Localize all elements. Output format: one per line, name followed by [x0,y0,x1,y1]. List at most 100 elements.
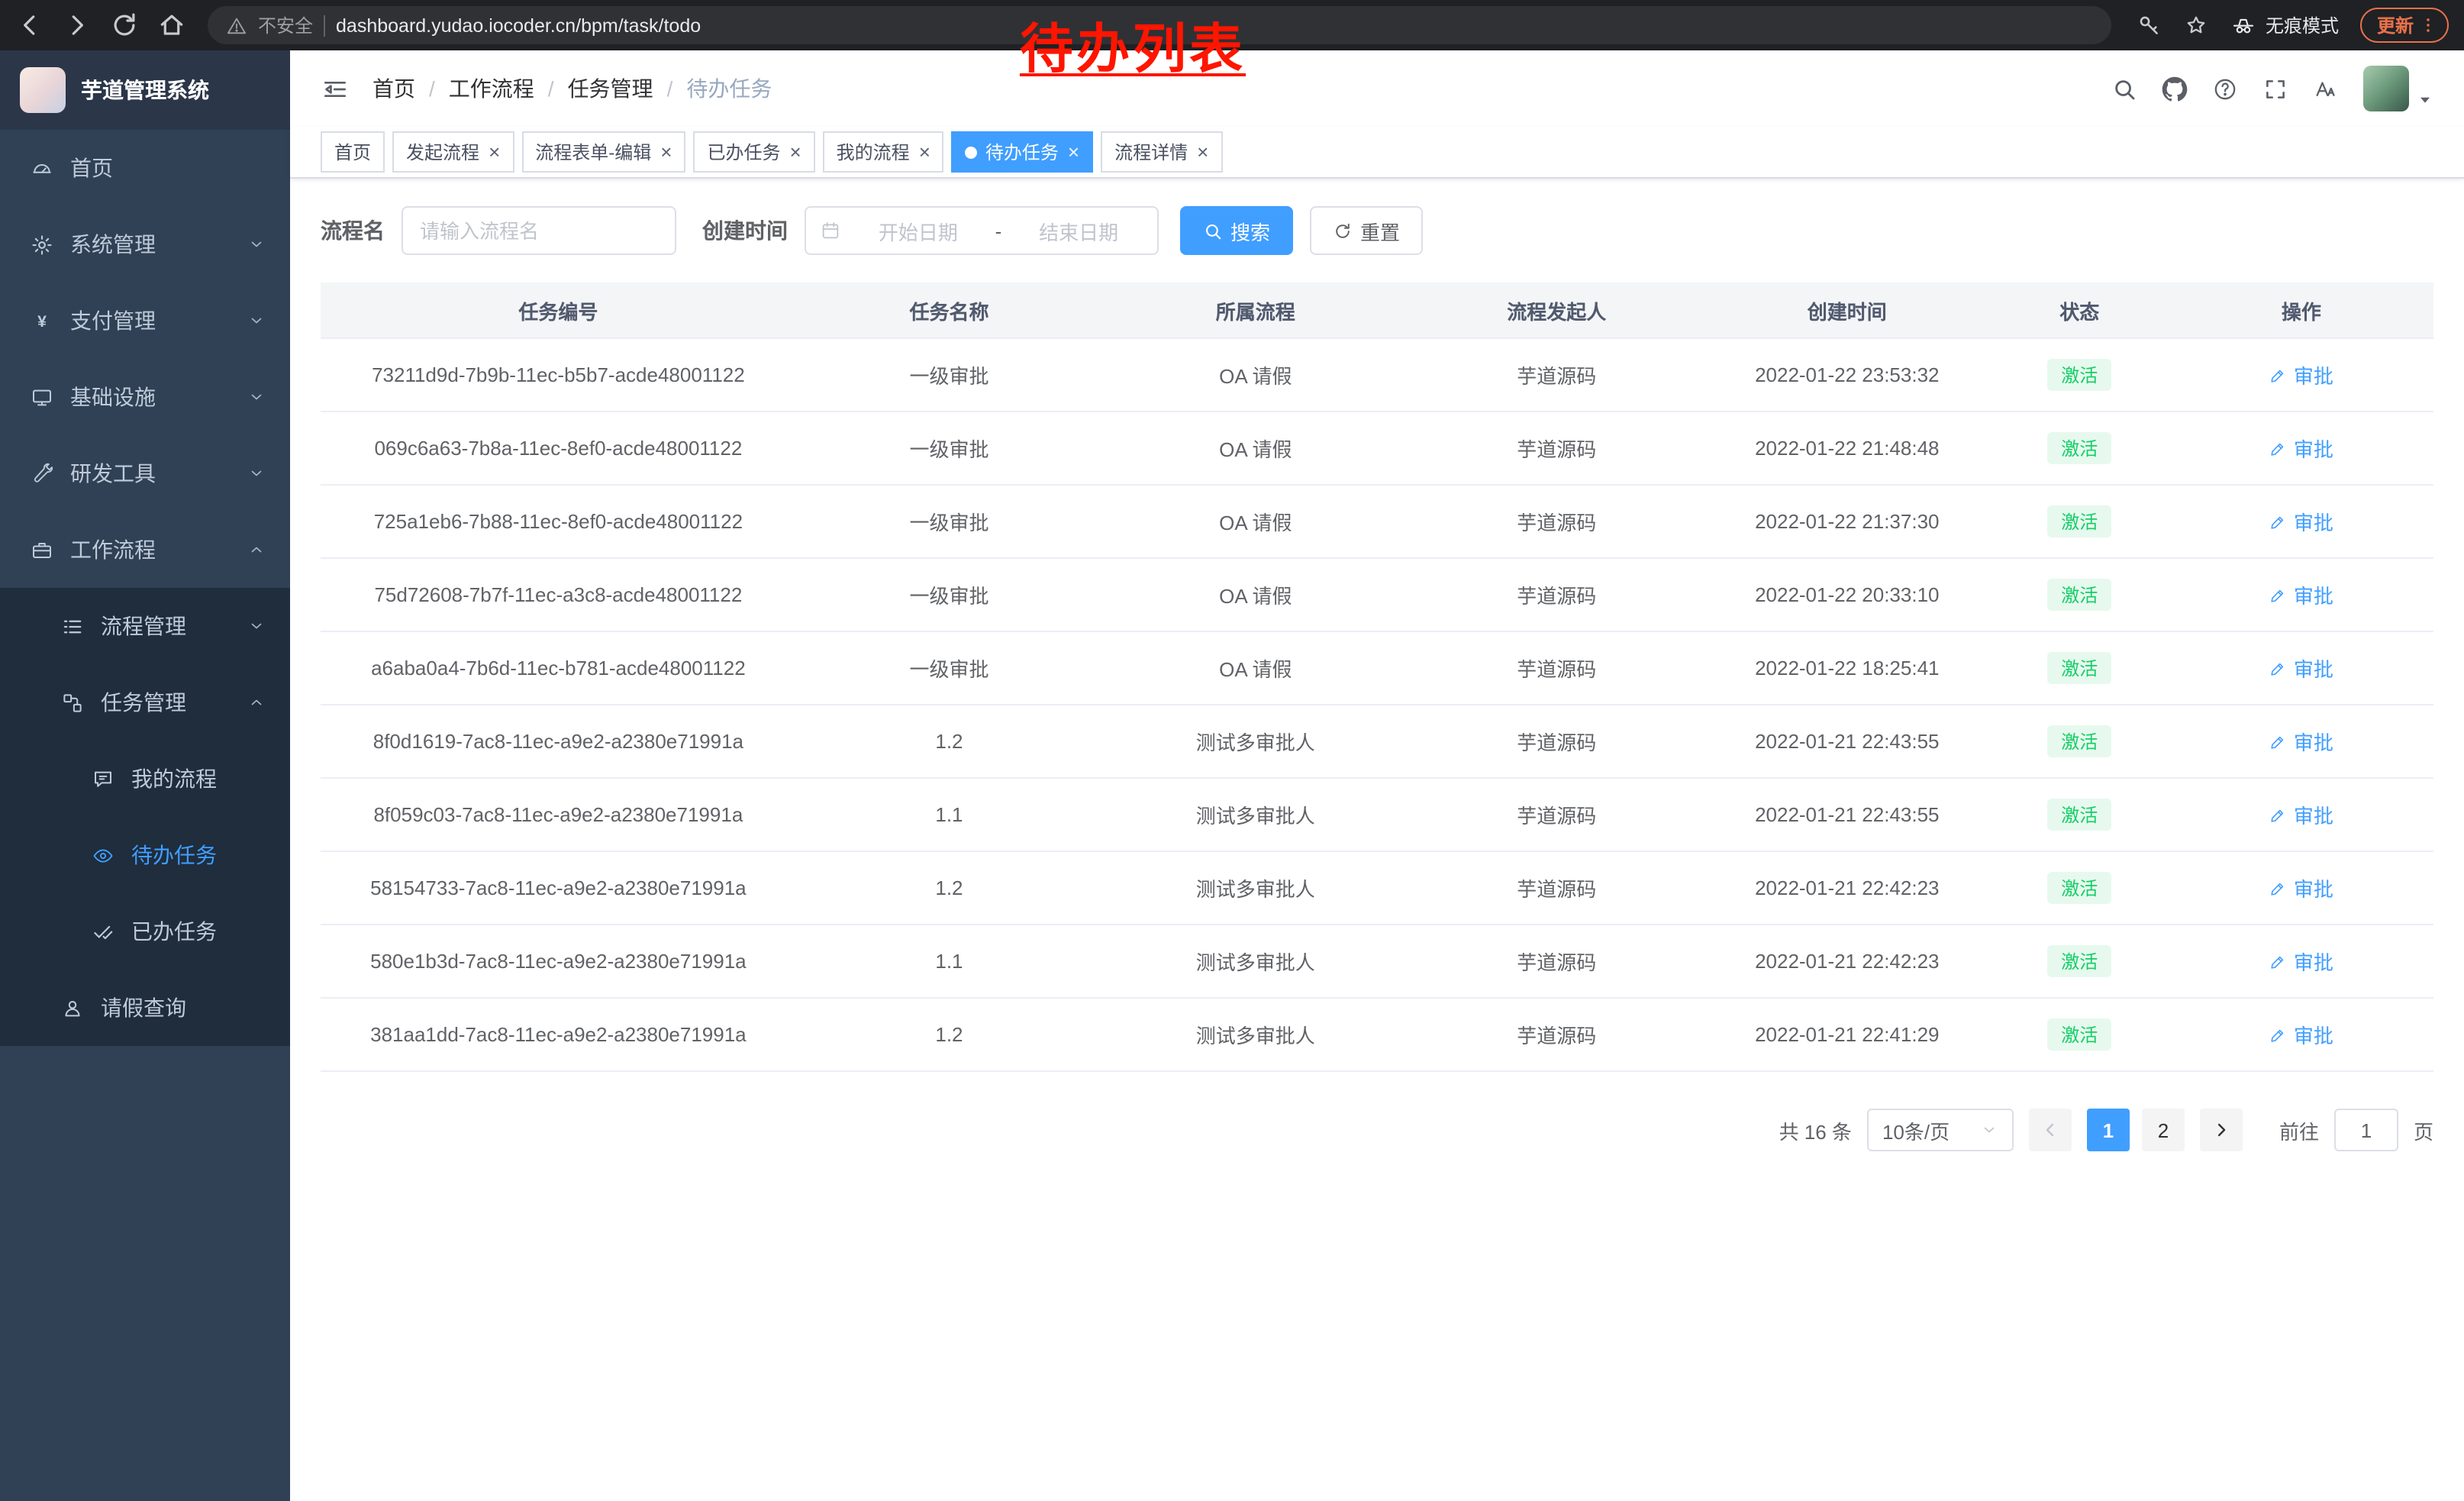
cell-create-time: 2022-01-21 22:43:55 [1704,778,1990,851]
update-button[interactable]: 更新 [2360,8,2449,43]
cell-task-name: 1.2 [796,705,1102,778]
search-button[interactable]: 搜索 [1180,206,1293,255]
tab-item[interactable]: 我的流程 × [823,131,944,173]
forward-icon[interactable] [63,11,92,40]
approve-link[interactable]: 审批 [2269,360,2333,389]
sidebar-item-done-task[interactable]: 已办任务 [0,893,290,970]
fullscreen-icon[interactable] [2262,76,2288,102]
breadcrumb-item[interactable]: 工作流程 [449,73,534,104]
cell-process: 测试多审批人 [1102,925,1408,998]
next-page-button[interactable] [2200,1109,2243,1151]
tab-item[interactable]: 流程详情× [1101,131,1222,173]
cell-create-time: 2022-01-22 21:48:48 [1704,412,1990,485]
approve-link[interactable]: 审批 [2269,1020,2333,1049]
close-icon[interactable]: × [1068,142,1079,162]
search-icon[interactable] [2111,76,2137,102]
back-icon[interactable] [15,11,44,40]
key-icon[interactable] [2136,12,2162,38]
prev-page-button[interactable] [2029,1109,2072,1151]
cell-starter: 芋道源码 [1408,558,1704,631]
approve-link[interactable]: 审批 [2269,947,2333,976]
logo-image [20,67,66,113]
sidebar-item-todo-task[interactable]: 待办任务 [0,817,290,893]
start-date-placeholder: 开始日期 [853,216,983,245]
tab-item[interactable]: 首页 [321,131,385,173]
home-icon[interactable] [157,11,186,40]
table-row: 069c6a63-7b8a-11ec-8ef0-acde48001122一级审批… [321,412,2433,485]
user-menu[interactable] [2363,66,2433,111]
cell-action: 审批 [2169,338,2433,412]
github-icon[interactable] [2162,76,2188,102]
close-icon[interactable]: × [1197,142,1208,162]
approve-link[interactable]: 审批 [2269,434,2333,463]
close-icon[interactable]: × [789,142,801,162]
star-icon[interactable] [2183,12,2209,38]
cell-action: 审批 [2169,558,2433,631]
cell-create-time: 2022-01-21 22:42:23 [1704,925,1990,998]
approve-label: 审批 [2294,1020,2333,1049]
status-badge: 激活 [2047,505,2111,537]
sidebar-item-infrastructure[interactable]: 基础设施 [0,359,290,435]
breadcrumb-item[interactable]: 首页 [373,73,415,104]
breadcrumb-item[interactable]: 任务管理 [568,73,653,104]
approve-link[interactable]: 审批 [2269,873,2333,902]
cell-task-id: 73211d9d-7b9b-11ec-b5b7-acde48001122 [321,338,796,412]
hamburger-icon[interactable] [321,74,350,103]
approve-link[interactable]: 审批 [2269,507,2333,536]
sidebar-item-payment-manage[interactable]: ¥支付管理 [0,282,290,359]
sidebar-item-home[interactable]: 首页 [0,130,290,206]
close-icon[interactable]: × [919,142,930,162]
date-range-picker[interactable]: 开始日期 - 结束日期 [805,206,1159,255]
cell-create-time: 2022-01-21 22:43:55 [1704,705,1990,778]
tab-label: 待办任务 [985,139,1059,165]
tab-item[interactable]: 发起流程× [392,131,514,173]
page-number-button[interactable]: 2 [2142,1109,2185,1151]
sidebar-item-system-manage[interactable]: 系统管理 [0,206,290,282]
cell-starter: 芋道源码 [1408,778,1704,851]
my-process-icon [92,767,114,790]
page-number-button[interactable]: 1 [2087,1109,2130,1151]
approve-link[interactable]: 审批 [2269,654,2333,683]
goto-page-input[interactable] [2334,1109,2398,1151]
process-manage-icon [61,615,84,638]
url-text: dashboard.yudao.iocoder.cn/bpm/task/todo [336,15,701,36]
total-count: 共 16 条 [1779,1115,1852,1144]
page-size-select[interactable]: 10条/页 [1867,1109,2014,1151]
active-tab-dot [966,146,978,158]
sidebar-item-task-manage[interactable]: 任务管理 [0,664,290,741]
sidebar-item-process-manage[interactable]: 流程管理 [0,588,290,664]
cell-process: 测试多审批人 [1102,998,1408,1071]
sidebar-item-workflow[interactable]: 工作流程 [0,512,290,588]
column-header: 状态 [1990,282,2169,338]
cell-process: OA 请假 [1102,631,1408,705]
edit-icon [2269,879,2288,897]
reload-icon[interactable] [110,11,139,40]
cell-create-time: 2022-01-21 22:41:29 [1704,998,1990,1071]
app-logo[interactable]: 芋道管理系统 [0,50,290,130]
tab-item[interactable]: 待办任务 × [952,131,1093,173]
close-icon[interactable]: × [660,142,672,162]
svg-text:¥: ¥ [37,311,47,330]
cell-task-id: 069c6a63-7b8a-11ec-8ef0-acde48001122 [321,412,796,485]
approve-link[interactable]: 审批 [2269,580,2333,609]
reset-button[interactable]: 重置 [1310,206,1423,255]
sidebar-item-my-process[interactable]: 我的流程 [0,741,290,817]
cell-status: 激活 [1990,631,2169,705]
sidebar-item-dev-tools[interactable]: 研发工具 [0,435,290,512]
tab-item[interactable]: 已办任务× [693,131,814,173]
font-size-icon[interactable] [2313,76,2339,102]
refresh-icon [1333,221,1353,240]
header-right [2111,66,2433,111]
table-row: a6aba0a4-7b6d-11ec-b781-acde48001122一级审批… [321,631,2433,705]
approve-link[interactable]: 审批 [2269,727,2333,756]
process-name-input[interactable] [402,206,676,255]
kebab-icon [2418,15,2438,35]
close-icon[interactable]: × [489,142,500,162]
tab-item[interactable]: 流程表单-编辑× [521,131,685,173]
cell-status: 激活 [1990,558,2169,631]
approve-link[interactable]: 审批 [2269,800,2333,829]
cell-process: OA 请假 [1102,485,1408,558]
tab-label: 我的流程 [837,139,910,165]
sidebar-item-leave-query[interactable]: 请假查询 [0,970,290,1046]
help-icon[interactable] [2212,76,2238,102]
